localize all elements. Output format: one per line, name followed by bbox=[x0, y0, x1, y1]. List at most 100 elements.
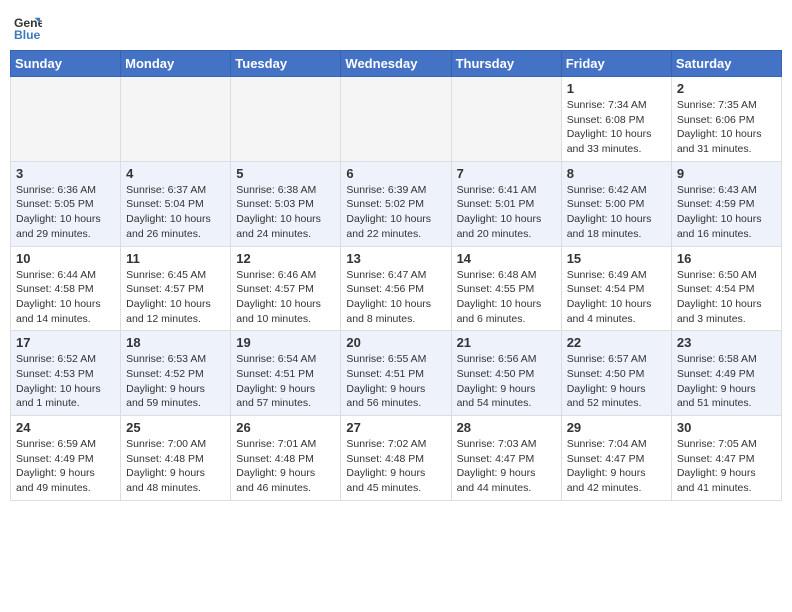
weekday-header-sunday: Sunday bbox=[11, 51, 121, 77]
day-number: 16 bbox=[677, 251, 776, 266]
day-info: Sunrise: 7:34 AM Sunset: 6:08 PM Dayligh… bbox=[567, 98, 666, 157]
day-info: Sunrise: 6:57 AM Sunset: 4:50 PM Dayligh… bbox=[567, 352, 666, 411]
day-info: Sunrise: 6:55 AM Sunset: 4:51 PM Dayligh… bbox=[346, 352, 445, 411]
calendar-day-cell: 8Sunrise: 6:42 AM Sunset: 5:00 PM Daylig… bbox=[561, 161, 671, 246]
day-info: Sunrise: 6:45 AM Sunset: 4:57 PM Dayligh… bbox=[126, 268, 225, 327]
day-number: 4 bbox=[126, 166, 225, 181]
day-info: Sunrise: 6:42 AM Sunset: 5:00 PM Dayligh… bbox=[567, 183, 666, 242]
calendar-day-cell: 12 Sunrise: 6:46 AM Sunset: 4:57 PM Dayli… bbox=[231, 246, 341, 331]
calendar-day-cell: 13 Sunrise: 6:47 AM Sunset: 4:56 PM Dayli… bbox=[341, 246, 451, 331]
day-number: 5 bbox=[236, 166, 335, 181]
calendar-day-cell: 18Sunrise: 6:53 AM Sunset: 4:52 PM Dayli… bbox=[121, 331, 231, 416]
calendar-day-cell: 26Sunrise: 7:01 AM Sunset: 4:48 PM Dayli… bbox=[231, 416, 341, 501]
day-number: 9 bbox=[677, 166, 776, 181]
day-info: Sunrise: 6:38 AM Sunset: 5:03 PM Dayligh… bbox=[236, 183, 335, 242]
day-info: Sunrise: 6:48 AM Sunset: 4:55 PM Dayligh… bbox=[457, 268, 556, 327]
day-number: 13 bbox=[346, 251, 445, 266]
calendar-day-cell: 14 Sunrise: 6:48 AM Sunset: 4:55 PM Dayli… bbox=[451, 246, 561, 331]
calendar-day-cell: 19 Sunrise: 6:54 AM Sunset: 4:51 PM Dayli… bbox=[231, 331, 341, 416]
day-number: 23 bbox=[677, 335, 776, 350]
day-info: Sunrise: 6:46 AM Sunset: 4:57 PM Dayligh… bbox=[236, 268, 335, 327]
calendar-day-cell: 29 Sunrise: 7:04 AM Sunset: 4:47 PM Dayli… bbox=[561, 416, 671, 501]
day-info: Sunrise: 6:54 AM Sunset: 4:51 PM Dayligh… bbox=[236, 352, 335, 411]
day-info: Sunrise: 6:47 AM Sunset: 4:56 PM Dayligh… bbox=[346, 268, 445, 327]
day-number: 19 bbox=[236, 335, 335, 350]
day-info: Sunrise: 6:50 AM Sunset: 4:54 PM Dayligh… bbox=[677, 268, 776, 327]
day-info: Sunrise: 6:36 AM Sunset: 5:05 PM Dayligh… bbox=[16, 183, 115, 242]
day-number: 3 bbox=[16, 166, 115, 181]
day-info: Sunrise: 7:04 AM Sunset: 4:47 PM Dayligh… bbox=[567, 437, 666, 496]
day-number: 2 bbox=[677, 81, 776, 96]
day-info: Sunrise: 7:02 AM Sunset: 4:48 PM Dayligh… bbox=[346, 437, 445, 496]
day-info: Sunrise: 7:01 AM Sunset: 4:48 PM Dayligh… bbox=[236, 437, 335, 496]
calendar-table: SundayMondayTuesdayWednesdayThursdayFrid… bbox=[10, 50, 782, 501]
calendar-day-cell: 25 Sunrise: 7:00 AM Sunset: 4:48 PM Dayli… bbox=[121, 416, 231, 501]
day-info: Sunrise: 6:49 AM Sunset: 4:54 PM Dayligh… bbox=[567, 268, 666, 327]
calendar-day-cell: 30 Sunrise: 7:05 AM Sunset: 4:47 PM Dayli… bbox=[671, 416, 781, 501]
day-info: Sunrise: 6:41 AM Sunset: 5:01 PM Dayligh… bbox=[457, 183, 556, 242]
day-number: 30 bbox=[677, 420, 776, 435]
day-number: 29 bbox=[567, 420, 666, 435]
calendar-day-cell: 2 Sunrise: 7:35 AM Sunset: 6:06 PM Daylig… bbox=[671, 77, 781, 162]
calendar-week-row: 1 Sunrise: 7:34 AM Sunset: 6:08 PM Daylig… bbox=[11, 77, 782, 162]
weekday-header-saturday: Saturday bbox=[671, 51, 781, 77]
calendar-body: 1 Sunrise: 7:34 AM Sunset: 6:08 PM Daylig… bbox=[11, 77, 782, 501]
calendar-day-cell bbox=[451, 77, 561, 162]
calendar-day-cell: 24 Sunrise: 6:59 AM Sunset: 4:49 PM Dayli… bbox=[11, 416, 121, 501]
weekday-header-friday: Friday bbox=[561, 51, 671, 77]
weekday-header-thursday: Thursday bbox=[451, 51, 561, 77]
day-info: Sunrise: 7:35 AM Sunset: 6:06 PM Dayligh… bbox=[677, 98, 776, 157]
day-info: Sunrise: 6:39 AM Sunset: 5:02 PM Dayligh… bbox=[346, 183, 445, 242]
calendar-day-cell: 16 Sunrise: 6:50 AM Sunset: 4:54 PM Dayli… bbox=[671, 246, 781, 331]
calendar-day-cell: 3 Sunrise: 6:36 AM Sunset: 5:05 PM Daylig… bbox=[11, 161, 121, 246]
calendar-day-cell bbox=[11, 77, 121, 162]
day-info: Sunrise: 6:59 AM Sunset: 4:49 PM Dayligh… bbox=[16, 437, 115, 496]
calendar-day-cell: 7 Sunrise: 6:41 AM Sunset: 5:01 PM Daylig… bbox=[451, 161, 561, 246]
day-number: 12 bbox=[236, 251, 335, 266]
calendar-day-cell: 1 Sunrise: 7:34 AM Sunset: 6:08 PM Daylig… bbox=[561, 77, 671, 162]
day-info: Sunrise: 6:44 AM Sunset: 4:58 PM Dayligh… bbox=[16, 268, 115, 327]
day-number: 11 bbox=[126, 251, 225, 266]
weekday-row: SundayMondayTuesdayWednesdayThursdayFrid… bbox=[11, 51, 782, 77]
day-info: Sunrise: 6:43 AM Sunset: 4:59 PM Dayligh… bbox=[677, 183, 776, 242]
calendar-day-cell: 10 Sunrise: 6:44 AM Sunset: 4:58 PM Dayli… bbox=[11, 246, 121, 331]
day-number: 1 bbox=[567, 81, 666, 96]
day-number: 28 bbox=[457, 420, 556, 435]
day-number: 10 bbox=[16, 251, 115, 266]
calendar-week-row: 3 Sunrise: 6:36 AM Sunset: 5:05 PM Daylig… bbox=[11, 161, 782, 246]
day-number: 25 bbox=[126, 420, 225, 435]
calendar-day-cell: 21 Sunrise: 6:56 AM Sunset: 4:50 PM Dayli… bbox=[451, 331, 561, 416]
day-number: 17 bbox=[16, 335, 115, 350]
calendar-day-cell: 11 Sunrise: 6:45 AM Sunset: 4:57 PM Dayli… bbox=[121, 246, 231, 331]
calendar-week-row: 17Sunrise: 6:52 AM Sunset: 4:53 PM Dayli… bbox=[11, 331, 782, 416]
day-number: 18 bbox=[126, 335, 225, 350]
calendar-day-cell: 9 Sunrise: 6:43 AM Sunset: 4:59 PM Daylig… bbox=[671, 161, 781, 246]
calendar-day-cell bbox=[121, 77, 231, 162]
day-number: 6 bbox=[346, 166, 445, 181]
day-info: Sunrise: 6:56 AM Sunset: 4:50 PM Dayligh… bbox=[457, 352, 556, 411]
calendar-header: SundayMondayTuesdayWednesdayThursdayFrid… bbox=[11, 51, 782, 77]
day-number: 24 bbox=[16, 420, 115, 435]
calendar-day-cell: 23 Sunrise: 6:58 AM Sunset: 4:49 PM Dayli… bbox=[671, 331, 781, 416]
day-number: 14 bbox=[457, 251, 556, 266]
calendar-day-cell: 22 Sunrise: 6:57 AM Sunset: 4:50 PM Dayli… bbox=[561, 331, 671, 416]
day-info: Sunrise: 7:00 AM Sunset: 4:48 PM Dayligh… bbox=[126, 437, 225, 496]
calendar-day-cell: 4Sunrise: 6:37 AM Sunset: 5:04 PM Daylig… bbox=[121, 161, 231, 246]
weekday-header-tuesday: Tuesday bbox=[231, 51, 341, 77]
day-info: Sunrise: 7:05 AM Sunset: 4:47 PM Dayligh… bbox=[677, 437, 776, 496]
day-number: 27 bbox=[346, 420, 445, 435]
weekday-header-monday: Monday bbox=[121, 51, 231, 77]
logo-icon: General Blue bbox=[14, 14, 42, 42]
calendar-day-cell: 20Sunrise: 6:55 AM Sunset: 4:51 PM Dayli… bbox=[341, 331, 451, 416]
calendar-day-cell: 6 Sunrise: 6:39 AM Sunset: 5:02 PM Daylig… bbox=[341, 161, 451, 246]
day-number: 7 bbox=[457, 166, 556, 181]
day-number: 22 bbox=[567, 335, 666, 350]
logo: General Blue bbox=[14, 14, 42, 42]
svg-text:Blue: Blue bbox=[14, 28, 41, 42]
day-info: Sunrise: 6:58 AM Sunset: 4:49 PM Dayligh… bbox=[677, 352, 776, 411]
calendar-day-cell: 15Sunrise: 6:49 AM Sunset: 4:54 PM Dayli… bbox=[561, 246, 671, 331]
calendar-day-cell: 27 Sunrise: 7:02 AM Sunset: 4:48 PM Dayli… bbox=[341, 416, 451, 501]
day-number: 21 bbox=[457, 335, 556, 350]
calendar-week-row: 24 Sunrise: 6:59 AM Sunset: 4:49 PM Dayli… bbox=[11, 416, 782, 501]
calendar-week-row: 10 Sunrise: 6:44 AM Sunset: 4:58 PM Dayli… bbox=[11, 246, 782, 331]
